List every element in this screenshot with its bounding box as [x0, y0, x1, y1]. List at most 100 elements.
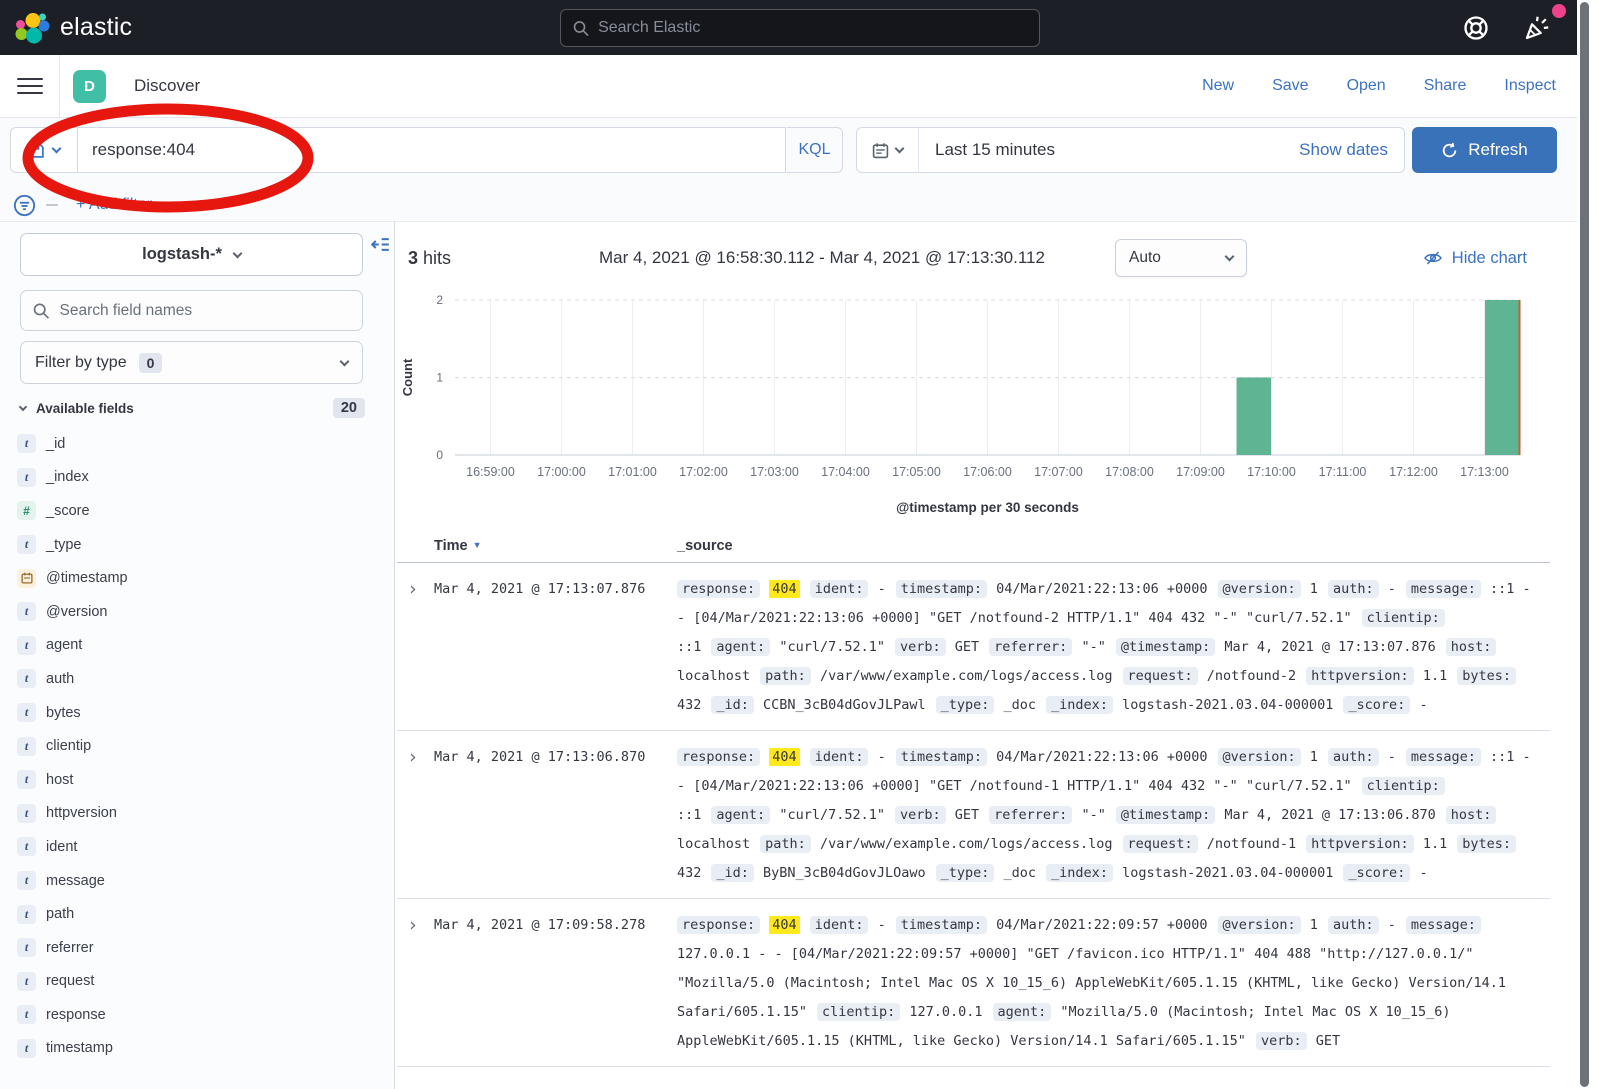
expand-row-icon[interactable]: › [397, 575, 434, 720]
histogram-bar-17:13:00[interactable] [1485, 300, 1520, 455]
svg-text:17:08:00: 17:08:00 [1105, 465, 1154, 479]
query-input[interactable] [92, 140, 771, 160]
field-key-badge: response: [677, 916, 760, 934]
chevron-down-icon [19, 402, 27, 410]
search-icon [33, 302, 50, 320]
field-key-badge: _score: [1343, 696, 1410, 714]
refresh-button[interactable]: Refresh [1412, 127, 1557, 173]
field-value: 04/Mar/2021:22:09:57 +0000 [996, 917, 1207, 933]
field-name: request [46, 973, 94, 989]
index-pattern-switcher[interactable]: logstash-* [20, 233, 363, 276]
field-value: GET [955, 807, 979, 823]
field-search-input[interactable] [60, 302, 351, 320]
filter-icon[interactable] [13, 194, 36, 217]
field-item-_score[interactable]: # _score [4, 494, 384, 528]
field-item-timestamp[interactable]: ttimestamp [4, 1032, 384, 1066]
field-value: - [878, 749, 886, 765]
field-key-badge: host: [1446, 638, 1497, 656]
field-search-box[interactable] [20, 290, 363, 331]
string-type-icon: t [17, 669, 36, 688]
field-item-response[interactable]: tresponse [4, 998, 384, 1032]
menu-icon[interactable] [17, 73, 43, 99]
field-value: 1.1 [1423, 668, 1447, 684]
string-type-icon: t [17, 972, 36, 991]
field-key-badge: _id: [711, 864, 754, 882]
field-name: _type [46, 537, 81, 553]
field-item-message[interactable]: tmessage [4, 864, 384, 898]
field-name: message [46, 873, 105, 889]
available-fields-header[interactable]: Available fields 20 [20, 398, 365, 418]
field-item-clientip[interactable]: tclientip [4, 729, 384, 763]
field-name: path [46, 906, 74, 922]
field-name: @timestamp [46, 570, 128, 586]
date-picker-calendar-button[interactable] [857, 128, 919, 172]
doc-timestamp: Mar 4, 2021 @ 17:13:07.876 [434, 575, 677, 720]
svg-text:17:06:00: 17:06:00 [963, 465, 1012, 479]
index-pattern-name: logstash-* [142, 245, 222, 264]
field-item-httpversion[interactable]: thttpversion [4, 797, 384, 831]
field-key-badge: _id: [711, 696, 754, 714]
field-key-badge: bytes: [1457, 835, 1516, 853]
histogram-bar-17:09:30[interactable] [1237, 378, 1272, 456]
hits-number: 3 [408, 248, 418, 268]
field-value: - [1388, 917, 1396, 933]
chevron-down-icon [895, 144, 905, 154]
global-search-box[interactable] [560, 9, 1040, 47]
field-item-referrer[interactable]: treferrer [4, 931, 384, 965]
results-header: 3 hits Mar 4, 2021 @ 16:58:30.112 - Mar … [395, 236, 1600, 280]
inspect-button[interactable]: Inspect [1504, 77, 1556, 95]
field-item-_index[interactable]: t_index [4, 461, 384, 495]
expand-row-icon[interactable]: › [397, 743, 434, 888]
field-value: _doc [1004, 697, 1037, 713]
field-name: _score [46, 503, 90, 519]
hide-chart-button[interactable]: Hide chart [1423, 248, 1527, 268]
field-key-badge: host: [1446, 806, 1497, 824]
show-dates-button[interactable]: Show dates [1299, 140, 1388, 160]
global-search-input[interactable] [598, 19, 1027, 37]
saved-query-menu-button[interactable] [10, 127, 78, 173]
help-icon[interactable] [1462, 14, 1490, 42]
field-key-badge: @version: [1218, 748, 1301, 766]
add-filter-button[interactable]: + Add filter [76, 196, 152, 214]
elastic-logo: elastic [14, 12, 132, 44]
string-type-icon: t [17, 1005, 36, 1024]
field-item-auth[interactable]: tauth [4, 662, 384, 696]
field-key-badge: agent: [711, 638, 770, 656]
news-feed-icon[interactable] [1522, 13, 1552, 43]
collapse-sidebar-icon[interactable] [371, 235, 390, 254]
share-button[interactable]: Share [1424, 77, 1467, 95]
filter-by-type-count: 0 [139, 353, 163, 373]
save-button[interactable]: Save [1272, 77, 1308, 95]
field-item-bytes[interactable]: tbytes [4, 696, 384, 730]
open-button[interactable]: Open [1347, 77, 1386, 95]
field-value: Mar 4, 2021 @ 17:13:07.876 [1224, 639, 1435, 655]
field-item-host[interactable]: thost [4, 763, 384, 797]
number-type-icon: # [17, 501, 36, 520]
field-value: logstash-2021.03.04-000001 [1122, 865, 1333, 881]
field-key-badge: verb: [895, 638, 946, 656]
field-item-@version[interactable]: t@version [4, 595, 384, 629]
field-item-agent[interactable]: tagent [4, 629, 384, 663]
page-title: Discover [134, 76, 200, 96]
histogram-interval-select[interactable]: Auto [1115, 239, 1247, 277]
histogram-chart[interactable]: 16:59:0017:00:0017:01:0017:02:0017:03:00… [395, 286, 1600, 536]
field-key-badge: response: [677, 748, 760, 766]
scrollbar-thumb[interactable] [1580, 2, 1589, 1087]
field-item-_type[interactable]: t_type [4, 528, 384, 562]
hits-label: hits [423, 248, 451, 268]
eye-slash-icon [1423, 248, 1443, 268]
field-item-path[interactable]: tpath [4, 897, 384, 931]
field-item-@timestamp[interactable]: @timestamp [4, 561, 384, 595]
expand-row-icon[interactable]: › [397, 911, 434, 1056]
time-range-value[interactable]: Last 15 minutes [935, 140, 1055, 160]
global-header: elastic [0, 0, 1600, 55]
field-item-_id[interactable]: t_id [4, 427, 384, 461]
field-item-ident[interactable]: tident [4, 830, 384, 864]
field-key-badge: @version: [1218, 916, 1301, 934]
filter-by-type-dropdown[interactable]: Filter by type 0 [20, 341, 363, 384]
kql-language-button[interactable]: KQL [787, 127, 843, 173]
new-button[interactable]: New [1202, 77, 1234, 95]
field-key-badge: @timestamp: [1116, 806, 1215, 824]
time-column-header[interactable]: Time▼ [434, 538, 677, 554]
field-item-request[interactable]: t request [4, 965, 384, 999]
